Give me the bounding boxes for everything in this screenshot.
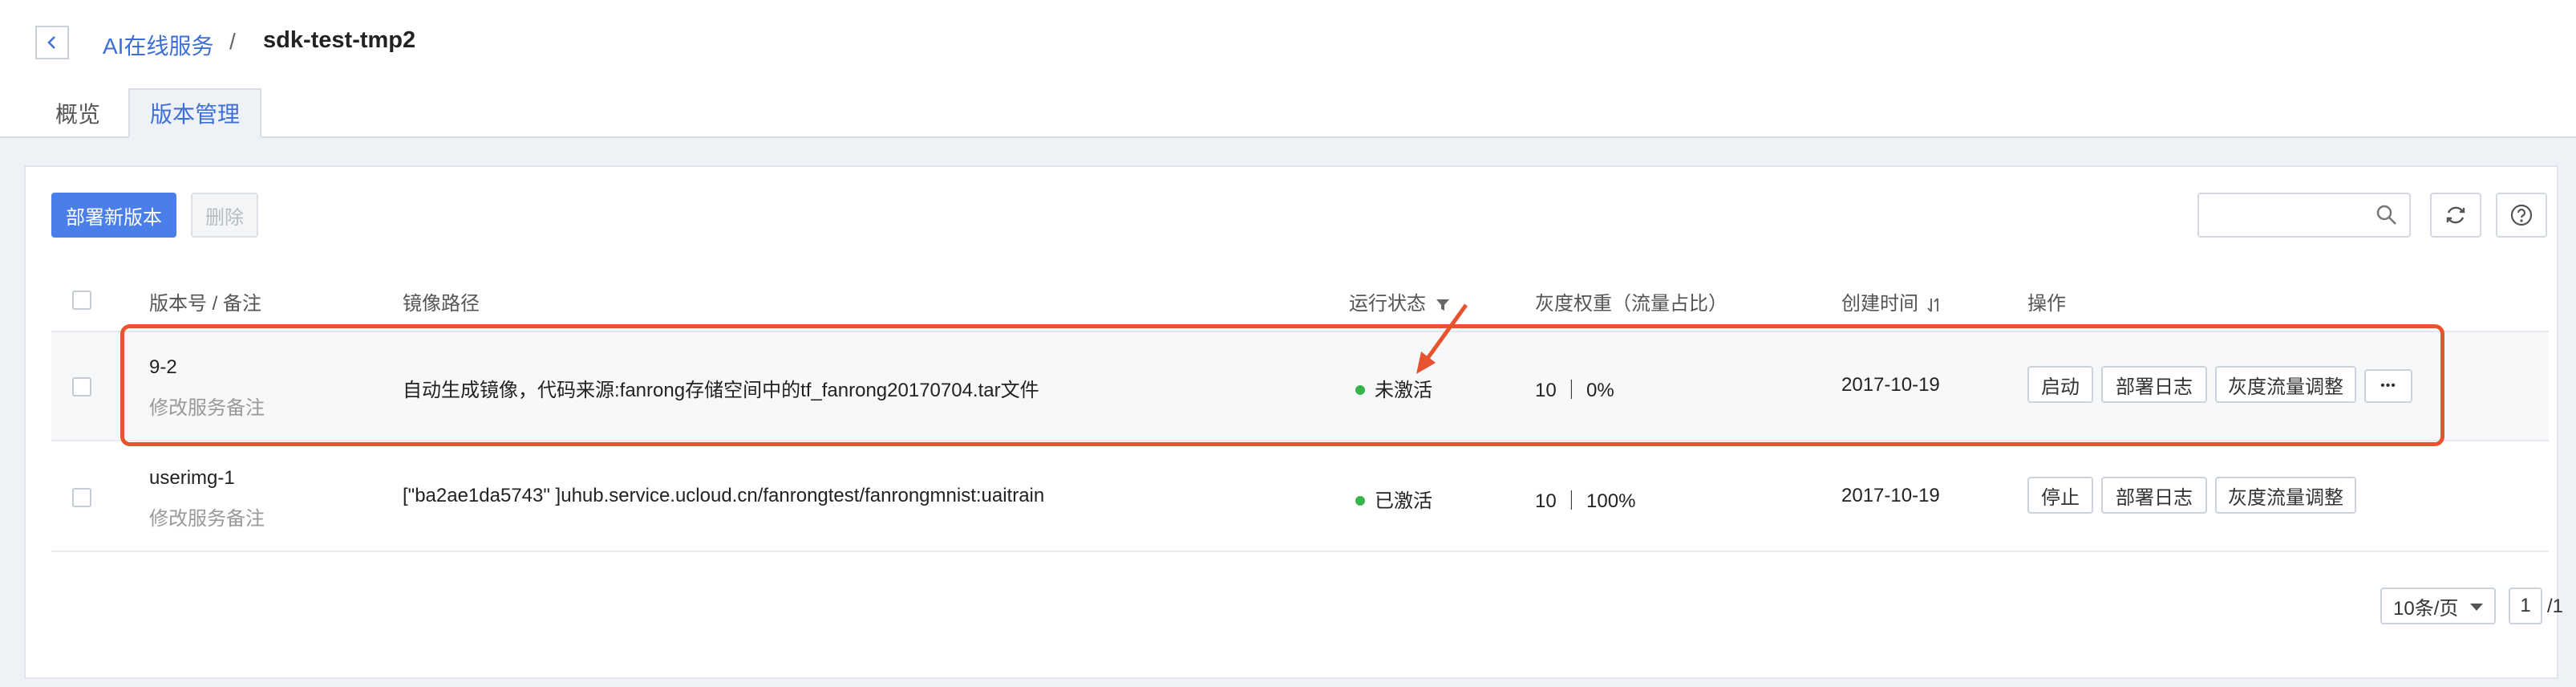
edit-note-link[interactable]: 修改服务备注 [149,502,265,530]
back-button[interactable] [35,26,69,59]
help-icon [2510,204,2533,226]
column-gray-weight: 灰度权重（流量占比） [1535,293,1727,315]
search-box [2197,193,2411,238]
search-icon[interactable] [2376,204,2398,226]
select-all-checkbox[interactable] [72,291,91,310]
tab-overview[interactable]: 概览 [48,88,107,138]
page-size-label: 10条/页 [2393,597,2459,620]
page-title: sdk-test-tmp2 [263,27,416,53]
highlight-box [120,324,2444,446]
status-badge: 已激活 [1355,485,1432,513]
current-page-input[interactable]: 1 [2509,587,2542,624]
column-actions: 操作 [2027,293,2066,315]
table-row: userimg-1 修改服务备注 ["ba2ae1da5743" ]uhub.s… [51,443,2549,552]
table-header: 版本号 / 备注 镜像路径 运行状态 灰度权重（流量占比） 创建时间 操作 [51,271,2549,332]
created-date: 2017-10-19 [1841,485,1940,506]
total-pages: /1 [2547,596,2564,617]
annotation-arrow-icon [1416,303,1468,374]
refresh-button[interactable] [2430,193,2481,238]
chevron-left-icon [47,36,55,49]
image-path: ["ba2ae1da5743" ]uhub.service.ucloud.cn/… [403,485,1045,506]
breadcrumb-separator: / [229,29,236,54]
column-created[interactable]: 创建时间 [1841,287,1943,315]
deploy-log-button[interactable]: 部署日志 [2101,477,2207,514]
delete-button[interactable]: 删除 [191,193,258,238]
version-number: userimg-1 [149,467,235,489]
caret-down-icon [2470,604,2483,611]
stop-button[interactable]: 停止 [2027,477,2093,514]
deploy-new-version-button[interactable]: 部署新版本 [51,193,176,238]
status-label: 已激活 [1375,490,1432,512]
search-input[interactable] [2209,194,2369,234]
sort-icon[interactable] [1926,296,1943,314]
tab-version-management[interactable]: 版本管理 [128,88,261,138]
row-checkbox[interactable] [72,377,91,396]
gray-weight: 10 ｜ 100% [1535,490,1636,512]
breadcrumb-parent-link[interactable]: AI在线服务 [103,29,213,61]
gray-traffic-adjust-button[interactable]: 灰度流量调整 [2215,477,2356,514]
row-checkbox[interactable] [72,488,91,507]
help-button[interactable] [2496,193,2547,238]
refresh-icon [2446,206,2465,224]
column-created-label: 创建时间 [1841,293,1918,315]
column-image-path: 镜像路径 [403,293,480,315]
column-version: 版本号 / 备注 [149,293,262,315]
page-header: AI在线服务 / sdk-test-tmp2 概览 版本管理 [0,0,2576,138]
status-dot [1355,495,1365,506]
page-size-select[interactable]: 10条/页 [2380,587,2496,624]
